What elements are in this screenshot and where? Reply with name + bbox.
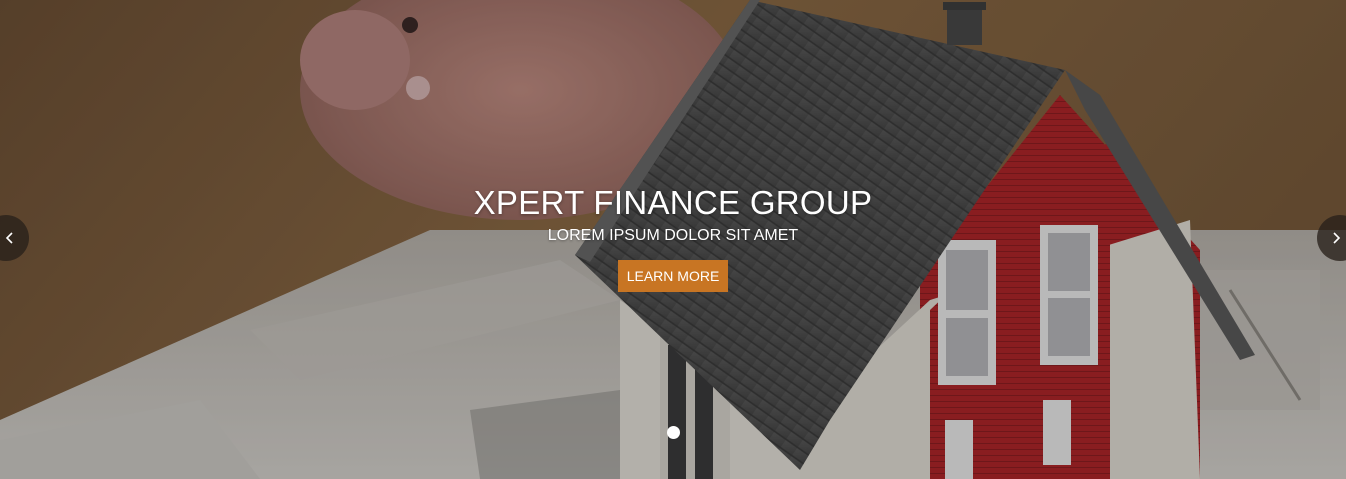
slide-title: XPERT FINANCE GROUP [473,184,873,221]
learn-more-button[interactable]: LEARN MORE [617,260,729,292]
slide-subtitle: LOREM IPSUM DOLOR SIT AMET [547,227,799,244]
slide-dot-active[interactable] [667,426,680,439]
slide-pagination [667,426,680,439]
chevron-right-icon [1333,232,1341,244]
chevron-left-icon [5,232,13,244]
slide-caption: XPERT FINANCE GROUP LOREM IPSUM DOLOR SI… [0,183,1346,292]
hero-slider: XPERT FINANCE GROUP LOREM IPSUM DOLOR SI… [0,0,1346,479]
